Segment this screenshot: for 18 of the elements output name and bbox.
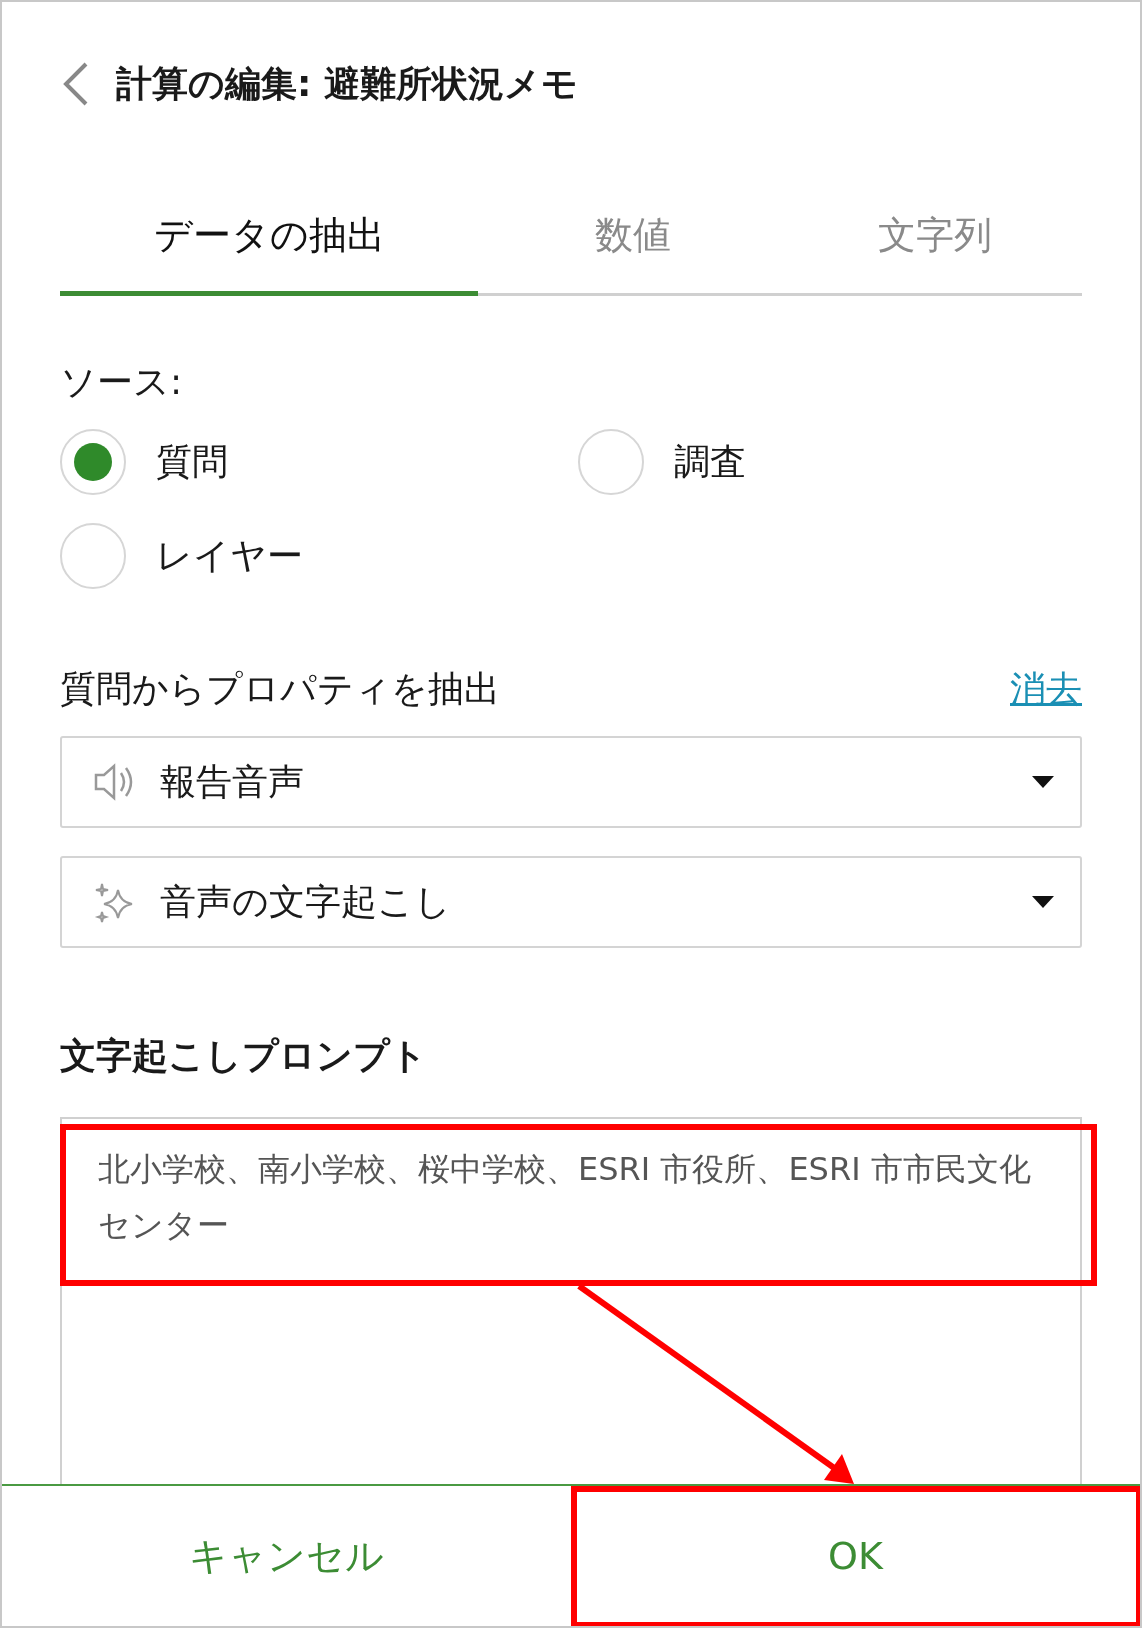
radio-label: 調査 — [674, 439, 746, 484]
section-label: 質問からプロパティを抽出 — [60, 667, 500, 711]
page-title: 計算の編集: 避難所状況メモ — [116, 61, 578, 106]
radio-button[interactable] — [60, 523, 126, 589]
section-label: ソース: — [60, 360, 184, 404]
caret-icon — [1032, 896, 1054, 908]
tab[interactable]: データの抽出 — [60, 210, 478, 296]
clear-link[interactable]: 消去 — [1010, 665, 1082, 714]
section-label: 文字起こしプロンプト — [60, 1034, 428, 1078]
radio-button[interactable] — [578, 429, 644, 495]
dropdown[interactable]: 報告音声 — [60, 736, 1082, 828]
radio-button[interactable] — [60, 429, 126, 495]
dropdown[interactable]: 音声の文字起こし — [60, 856, 1082, 948]
radio-label: レイヤー — [156, 533, 303, 578]
tab[interactable]: 文字列 — [788, 210, 1082, 296]
radio-label: 質問 — [156, 439, 228, 484]
tab[interactable]: 数値 — [478, 210, 788, 296]
caret-icon — [1032, 776, 1054, 788]
